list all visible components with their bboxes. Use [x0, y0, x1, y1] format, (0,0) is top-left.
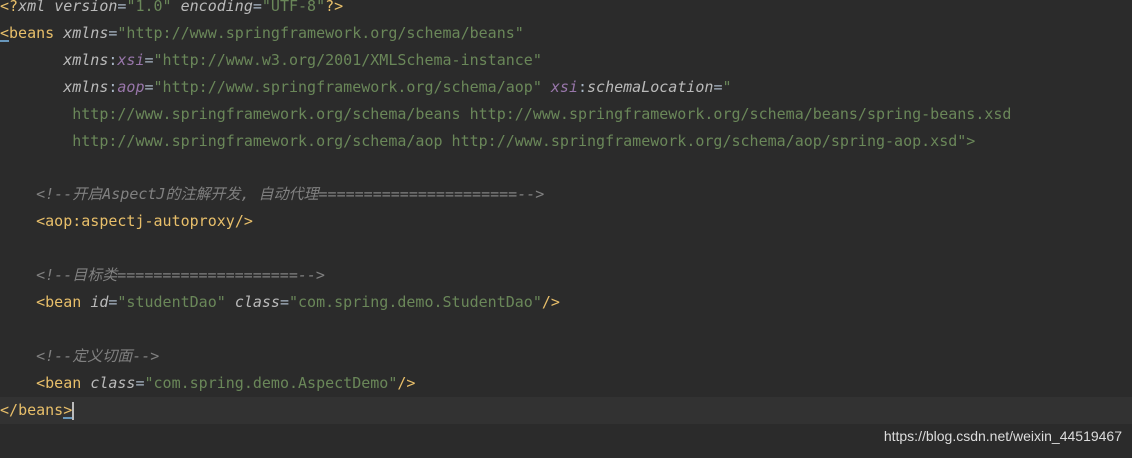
- tag-bracket-open: <: [0, 24, 10, 42]
- code-line-6: http://www.springframework.org/schema/ao…: [0, 128, 1132, 155]
- attr-value: "com.spring.demo.StudentDao": [289, 293, 542, 311]
- attr-name: xmlns: [63, 24, 109, 42]
- code-line-4: xmlns: aop="http://www.springframework.or…: [0, 74, 1132, 101]
- tag-bracket-close: ">: [957, 132, 976, 150]
- attr-prefix: xmlns: [63, 78, 109, 96]
- attr-version: version: [54, 0, 118, 15]
- attr-name: schemaLocation: [587, 78, 714, 96]
- attr-value: "http://www.springframework.org/schema/b…: [117, 24, 524, 42]
- code-line-12: <bean id="studentDao" class="com.spring.…: [0, 289, 1132, 316]
- attr-namespace: aop: [117, 78, 145, 96]
- code-line-3: xmlns:xsi="http://www.w3.org/2001/XMLSch…: [0, 47, 1132, 74]
- attr-value: "UTF-8": [261, 0, 326, 15]
- colon: :: [577, 78, 588, 96]
- attr-name: class: [90, 374, 136, 392]
- xml-decl-name: xml: [18, 0, 46, 15]
- tag-bracket-close: >: [63, 401, 73, 419]
- attr-value: "http://www.springframework.org/schema/a…: [153, 78, 542, 96]
- code-line-2: <beans xmlns="http://www.springframework…: [0, 20, 1132, 47]
- equals-sign: =: [144, 78, 154, 96]
- tag-bracket-open: <: [36, 293, 46, 311]
- attr-value: "com.spring.demo.AspectDemo": [144, 374, 398, 392]
- tag-name: bean: [45, 374, 82, 392]
- xml-comment: <!--开启AspectJ的注解开发, 自动代理================…: [36, 185, 545, 203]
- schema-location-value: http://www.springframework.org/schema/ao…: [72, 132, 958, 150]
- attr-value: "http://www.w3.org/2001/XMLSchema-instan…: [153, 51, 542, 69]
- tag-name: aop:aspectj-autoproxy: [45, 212, 235, 230]
- attr-value: "studentDao": [117, 293, 226, 311]
- code-line-8: <!--开启AspectJ的注解开发, 自动代理================…: [0, 181, 1132, 208]
- code-line-1: <?xml version="1.0" encoding="UTF-8"?>: [0, 0, 1132, 20]
- xml-comment: <!--目标类====================-->: [36, 266, 325, 284]
- tag-name: beans: [18, 401, 64, 419]
- xml-decl-open: <?: [0, 0, 19, 15]
- code-line-5: http://www.springframework.org/schema/be…: [0, 101, 1132, 128]
- attr-name: class: [234, 293, 280, 311]
- code-line-15: <bean class="com.spring.demo.AspectDemo"…: [0, 370, 1132, 397]
- tag-bracket-open: <: [36, 212, 46, 230]
- code-line-11: <!--目标类====================-->: [0, 262, 1132, 289]
- code-line-14: <!--定义切面-->: [0, 343, 1132, 370]
- xml-decl-close: ?>: [325, 0, 344, 15]
- equals-sign: =: [252, 0, 262, 15]
- code-line-9: <aop:aspectj-autoproxy/>: [0, 208, 1132, 235]
- tag-name: beans: [9, 24, 55, 42]
- attr-encoding: encoding: [180, 0, 253, 15]
- equals-sign: =: [135, 374, 145, 392]
- attr-namespace: xsi: [550, 78, 578, 96]
- tag-name: bean: [45, 293, 82, 311]
- watermark-url: https://blog.csdn.net/weixin_44519467: [883, 428, 1122, 444]
- attr-value-quote: ": [722, 78, 732, 96]
- tag-bracket-close: />: [397, 374, 416, 392]
- tag-bracket-close: />: [234, 212, 253, 230]
- schema-location-value: http://www.springframework.org/schema/be…: [72, 105, 1012, 123]
- code-editor[interactable]: <?xml version="1.0" encoding="UTF-8"?> <…: [0, 0, 1132, 458]
- attr-value: "1.0": [126, 0, 172, 15]
- tag-bracket-close: />: [541, 293, 560, 311]
- attr-name: id: [90, 293, 109, 311]
- text-caret: [72, 401, 75, 420]
- attr-prefix: xmlns: [63, 51, 109, 69]
- code-line-16-current: </beans>: [0, 397, 1132, 424]
- attr-namespace: xsi: [117, 51, 145, 69]
- equals-sign: =: [144, 51, 154, 69]
- equals-sign: =: [279, 293, 289, 311]
- xml-comment: <!--定义切面-->: [36, 347, 160, 365]
- tag-bracket-open: </: [0, 401, 19, 419]
- tag-bracket-open: <: [36, 374, 46, 392]
